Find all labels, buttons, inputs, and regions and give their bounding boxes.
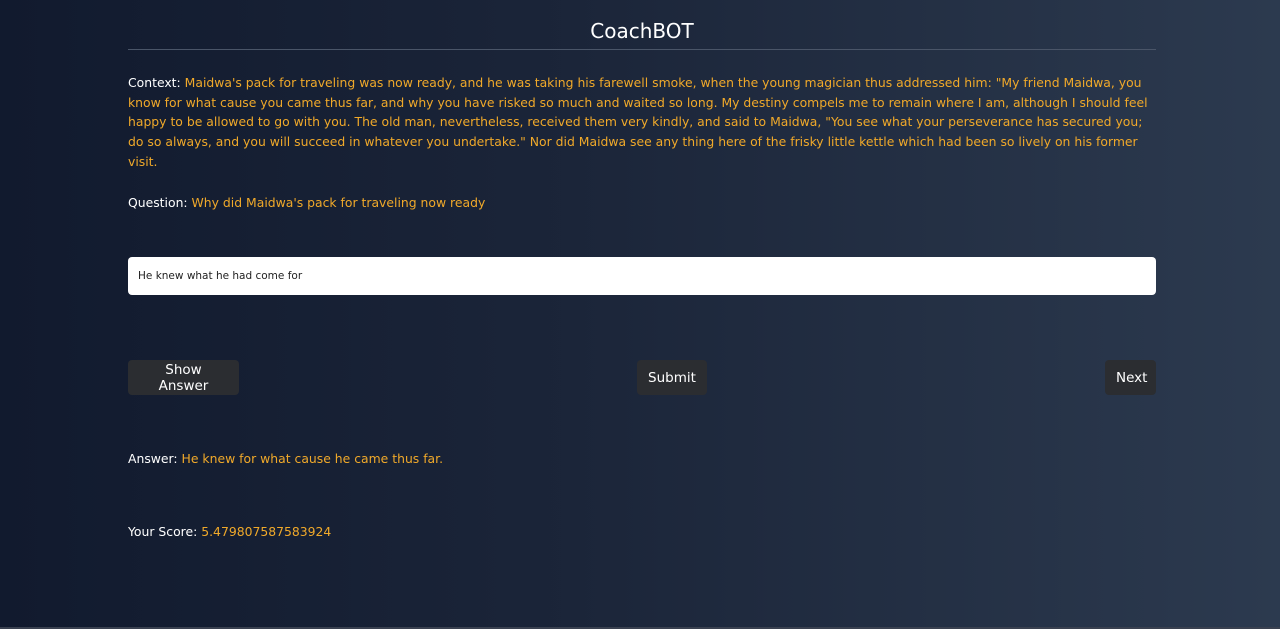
answer-block: Answer: He knew for what cause he came t…: [128, 449, 443, 469]
next-button[interactable]: Next: [1105, 360, 1156, 395]
context-block: Context: Maidwa's pack for traveling was…: [128, 73, 1156, 172]
score-block: Your Score: 5.479807587583924: [128, 522, 331, 542]
answer-text: He knew for what cause he came thus far.: [181, 451, 444, 466]
main-panel: CoachBOT Context: Maidwa's pack for trav…: [128, 0, 1156, 539]
score-value: 5.479807587583924: [201, 524, 332, 539]
app-title: CoachBOT: [128, 0, 1156, 50]
submit-button[interactable]: Submit: [637, 360, 707, 395]
answer-input[interactable]: [128, 257, 1156, 295]
context-label: Context:: [128, 75, 181, 90]
context-text: Maidwa's pack for traveling was now read…: [128, 75, 1148, 169]
question-text: Why did Maidwa's pack for traveling now …: [191, 194, 486, 210]
question-block: Question: Why did Maidwa's pack for trav…: [128, 193, 1156, 212]
score-label: Your Score:: [128, 524, 198, 539]
question-label: Question:: [128, 194, 188, 210]
show-answer-button[interactable]: Show Answer: [128, 360, 239, 395]
answer-label: Answer:: [128, 451, 178, 466]
